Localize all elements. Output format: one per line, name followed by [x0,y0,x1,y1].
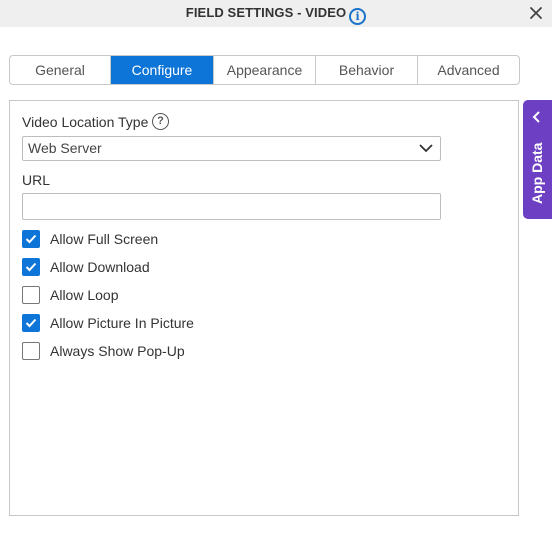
tab-appearance[interactable]: Appearance [214,56,316,84]
allow-picture-in-picture-option[interactable]: Allow Picture In Picture [22,314,194,332]
title-bar: FIELD SETTINGS - VIDEO i [0,0,552,27]
app-data-label: App Data [529,142,545,204]
close-icon[interactable] [528,5,544,21]
app-data-panel-toggle[interactable]: App Data [523,100,552,219]
allow-loop-option[interactable]: Allow Loop [22,286,119,304]
info-icon[interactable]: i [349,8,367,25]
allow-full-screen-option[interactable]: Allow Full Screen [22,230,158,248]
allow-loop-label: Allow Loop [50,287,119,303]
chevron-left-icon [532,111,540,123]
always-show-popup-label: Always Show Pop-Up [50,343,185,359]
url-label: URL [22,172,51,188]
always-show-popup-checkbox[interactable] [22,342,40,360]
url-input[interactable] [22,193,441,220]
always-show-popup-option[interactable]: Always Show Pop-Up [22,342,185,360]
tab-behavior[interactable]: Behavior [316,56,418,84]
dialog-title: FIELD SETTINGS - VIDEO [185,5,347,20]
video-location-type-value: Web Server [28,140,102,156]
chevron-down-icon [419,144,433,153]
video-location-type-label: Video Location Type [22,114,149,130]
allow-download-checkbox[interactable] [22,258,40,276]
allow-full-screen-label: Allow Full Screen [50,231,159,247]
tab-advanced[interactable]: Advanced [418,56,519,84]
help-icon[interactable]: ? [152,113,169,130]
allow-full-screen-checkbox[interactable] [22,230,40,248]
tab-general[interactable]: General [10,56,111,84]
settings-panel [9,100,519,516]
video-location-type-select[interactable]: Web Server [22,136,441,161]
allow-picture-in-picture-label: Allow Picture In Picture [50,315,194,331]
allow-download-label: Allow Download [50,259,150,275]
tab-bar: General Configure Appearance Behavior Ad… [9,55,520,85]
tab-configure[interactable]: Configure [111,56,214,84]
allow-picture-in-picture-checkbox[interactable] [22,314,40,332]
allow-loop-checkbox[interactable] [22,286,40,304]
dialog-title-wrap: FIELD SETTINGS - VIDEO i [0,5,552,25]
allow-download-option[interactable]: Allow Download [22,258,150,276]
